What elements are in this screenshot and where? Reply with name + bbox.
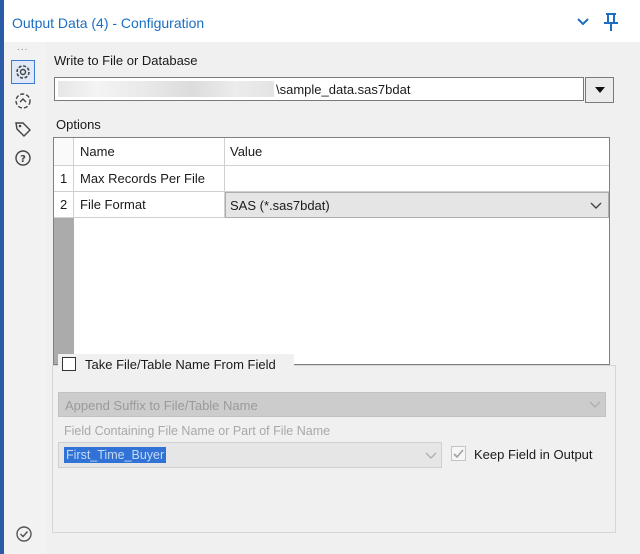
output-path-dropdown-button[interactable] (585, 77, 614, 103)
grid-corner-cell (54, 138, 74, 166)
grid-row-number: 1 (54, 166, 74, 192)
file-format-dropdown[interactable]: SAS (*.sas7bdat) (225, 192, 609, 218)
take-field-checkbox[interactable] (62, 357, 76, 371)
field-select-value: First_Time_Buyer (64, 447, 167, 463)
append-mode-value: Append Suffix to File/Table Name (65, 398, 258, 413)
grid-empty-area (54, 218, 74, 364)
grid-empty-area (74, 218, 609, 364)
field-select: First_Time_Buyer (58, 442, 442, 468)
chevron-down-icon (590, 202, 602, 209)
connection-progress-icon[interactable] (11, 89, 35, 113)
grid-header-name-text: Name (80, 144, 115, 159)
grid-header-name: Name (74, 138, 225, 166)
checkmark-icon (453, 449, 464, 459)
grid-row-number: 2 (54, 192, 74, 218)
options-grid: Name Value 1 Max Records Per File 2 File… (53, 137, 610, 365)
grid-row-name: Max Records Per File (74, 166, 225, 192)
pin-icon[interactable] (602, 12, 620, 32)
keep-field-checkbox (451, 446, 466, 461)
grid-header-value: Value (225, 138, 609, 166)
status-check-icon (12, 522, 36, 546)
grid-row-name-text: Max Records Per File (80, 171, 205, 186)
chevron-down-icon (589, 401, 601, 408)
collapse-chevron-icon[interactable] (575, 13, 591, 29)
grid-header-value-text: Value (230, 144, 263, 159)
grid-row-name-text: File Format (80, 197, 146, 212)
grid-row-number-text: 2 (60, 197, 68, 212)
grid-row-name: File Format (74, 192, 225, 218)
configuration-gear-icon[interactable] (11, 60, 35, 84)
options-label: Options (56, 117, 101, 132)
sidebar-more: ... (17, 42, 29, 53)
grid-row-number-text: 1 (60, 171, 68, 186)
path-redacted-mask (58, 81, 274, 97)
take-field-label: Take File/Table Name From Field (85, 357, 276, 372)
output-path-field[interactable]: \sample_data.sas7bdat (54, 77, 584, 101)
field-container-label: Field Containing File Name or Part of Fi… (64, 424, 331, 438)
write-label: Write to File or Database (54, 53, 198, 68)
help-question-icon[interactable]: ? (11, 146, 35, 170)
chevron-down-icon (425, 452, 437, 459)
file-format-value: SAS (*.sas7bdat) (230, 198, 330, 213)
panel-title: Output Data (4) - Configuration (12, 15, 205, 31)
panel-left-border (0, 42, 4, 554)
annotation-tag-icon[interactable] (11, 117, 35, 141)
keep-field-label: Keep Field in Output (474, 447, 593, 462)
output-path-text: \sample_data.sas7bdat (276, 82, 411, 97)
max-records-value-cell[interactable] (225, 166, 609, 192)
append-mode-dropdown: Append Suffix to File/Table Name (58, 392, 606, 417)
svg-text:?: ? (20, 154, 26, 165)
